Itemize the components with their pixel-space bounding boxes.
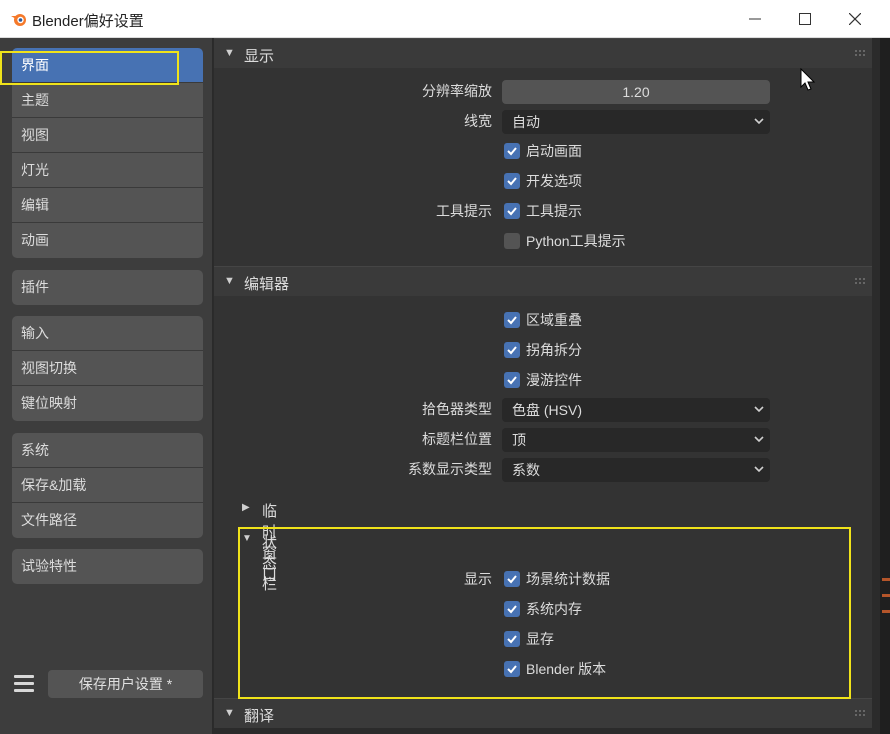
- resolution-scale-label: 分辨率缩放: [422, 83, 492, 99]
- title-bar: Blender偏好设置: [0, 0, 890, 38]
- checkbox-checked-icon: [504, 173, 520, 189]
- scene-stats-label: 场景统计数据: [526, 571, 610, 587]
- expand-triangle-icon: ▼: [224, 47, 235, 59]
- expand-triangle-icon: ▼: [224, 707, 235, 719]
- panel-header-display[interactable]: ▼ 显示: [214, 38, 872, 68]
- nav-item-viewport[interactable]: 视图: [12, 118, 203, 153]
- nav-group-input: 输入 视图切换 键位映射: [12, 316, 203, 421]
- maximize-icon: [799, 13, 811, 25]
- hamburger-menu-icon[interactable]: [12, 672, 36, 694]
- color-picker-value: 色盘 (HSV): [512, 402, 582, 418]
- panel-title-translation: 翻译: [244, 708, 275, 725]
- panel-title-display: 显示: [244, 48, 275, 65]
- panel-header-translation[interactable]: ▼ 翻译: [214, 698, 872, 728]
- nav-item-themes[interactable]: 主题: [12, 83, 203, 118]
- resolution-scale-field[interactable]: 1.20: [502, 80, 770, 104]
- nav-item-experimental[interactable]: 试验特性: [12, 549, 203, 584]
- expand-triangle-icon: ▼: [224, 275, 235, 287]
- close-button[interactable]: [830, 0, 880, 38]
- sidebar: 界面 主题 视图 灯光 编辑 动画 插件 输入 视图切换 键位映射 系统 保存&…: [0, 38, 213, 734]
- nav-item-file-paths[interactable]: 文件路径: [12, 503, 203, 538]
- color-picker-dropdown[interactable]: 色盘 (HSV): [502, 398, 770, 422]
- viewport-edge: [880, 38, 890, 734]
- factor-display-label: 系数显示类型: [408, 461, 492, 477]
- panel-body-editors: 区域重叠 拐角拆分 漫游控件 拾色器类型 色盘 (HSV) 标题栏位置 顶 系数…: [214, 296, 872, 700]
- nav-item-addons[interactable]: 插件: [12, 270, 203, 305]
- status-bar-show-label: 显示: [464, 571, 492, 587]
- panel-header-editors[interactable]: ▼ 编辑器: [214, 266, 872, 296]
- python-tooltips-label: Python工具提示: [526, 233, 626, 249]
- checkbox-checked-icon: [504, 631, 520, 647]
- nav-item-lights[interactable]: 灯光: [12, 153, 203, 188]
- grip-icon[interactable]: [854, 277, 866, 285]
- save-preferences-button[interactable]: 保存用户设置 *: [48, 670, 203, 698]
- panel-body-display: 分辨率缩放 1.20 线宽 自动 启动画面 开发选项 工具提示 工具提示 Pyt…: [214, 68, 872, 266]
- checkbox-checked-icon: [504, 601, 520, 617]
- line-width-label: 线宽: [464, 113, 492, 129]
- chevron-down-icon: [754, 466, 764, 473]
- video-memory-label: 显存: [526, 631, 554, 647]
- blender-version-label: Blender 版本: [526, 661, 607, 677]
- checkbox-checked-icon: [504, 203, 520, 219]
- collapsed-triangle-icon: ▶: [242, 502, 250, 513]
- mouse-cursor-icon: [800, 68, 816, 91]
- main-panel: ▼ 显示 分辨率缩放 1.20 线宽 自动 启动画面 开发选项 工具提示 工具提…: [214, 38, 880, 734]
- nav-group-general: 界面 主题 视图 灯光 编辑 动画: [12, 48, 203, 258]
- checkbox-checked-icon: [504, 661, 520, 677]
- close-icon: [849, 13, 861, 25]
- nav-item-editing[interactable]: 编辑: [12, 188, 203, 223]
- chevron-down-icon: [754, 406, 764, 413]
- tooltips-label: 工具提示: [526, 203, 582, 219]
- nav-item-system[interactable]: 系统: [12, 433, 203, 468]
- grip-icon[interactable]: [854, 49, 866, 57]
- nav-group-experimental: 试验特性: [12, 549, 203, 584]
- nav-item-navigation[interactable]: 视图切换: [12, 351, 203, 386]
- region-overlap-label: 区域重叠: [526, 312, 582, 328]
- nav-item-keymap[interactable]: 键位映射: [12, 386, 203, 421]
- nav-item-animation[interactable]: 动画: [12, 223, 203, 258]
- checkbox-checked-icon: [504, 143, 520, 159]
- minimize-button[interactable]: [730, 0, 780, 38]
- panel-title-editors: 编辑器: [244, 276, 290, 293]
- system-memory-label: 系统内存: [526, 601, 582, 617]
- maximize-button[interactable]: [780, 0, 830, 38]
- splash-label: 启动画面: [526, 143, 582, 159]
- line-width-dropdown[interactable]: 自动: [502, 110, 770, 134]
- nav-item-input[interactable]: 输入: [12, 316, 203, 351]
- nav-group-addons: 插件: [12, 270, 203, 305]
- checkbox-unchecked-icon: [504, 233, 520, 249]
- header-position-value: 顶: [512, 432, 526, 448]
- blender-logo-icon: [11, 14, 26, 26]
- nav-item-interface[interactable]: 界面: [12, 48, 203, 83]
- navigation-controls-label: 漫游控件: [526, 372, 582, 388]
- tooltips-row-label: 工具提示: [436, 203, 492, 219]
- line-width-value: 自动: [512, 114, 540, 130]
- dev-extras-label: 开发选项: [526, 173, 582, 189]
- color-picker-label: 拾色器类型: [422, 401, 492, 417]
- nav-item-save-load[interactable]: 保存&加载: [12, 468, 203, 503]
- expand-triangle-icon: ▼: [242, 533, 252, 544]
- nav-group-system: 系统 保存&加载 文件路径: [12, 433, 203, 538]
- header-position-label: 标题栏位置: [422, 431, 492, 447]
- checkbox-checked-icon: [504, 372, 520, 388]
- corner-split-label: 拐角拆分: [526, 342, 582, 358]
- minimize-icon: [749, 18, 761, 20]
- checkbox-checked-icon: [504, 571, 520, 587]
- chevron-down-icon: [754, 118, 764, 125]
- checkbox-checked-icon: [504, 312, 520, 328]
- grip-icon[interactable]: [854, 709, 866, 717]
- header-position-dropdown[interactable]: 顶: [502, 428, 770, 452]
- checkbox-checked-icon: [504, 342, 520, 358]
- factor-display-value: 系数: [512, 462, 540, 478]
- chevron-down-icon: [754, 436, 764, 443]
- window-title: Blender偏好设置: [32, 13, 144, 30]
- factor-display-dropdown[interactable]: 系数: [502, 458, 770, 482]
